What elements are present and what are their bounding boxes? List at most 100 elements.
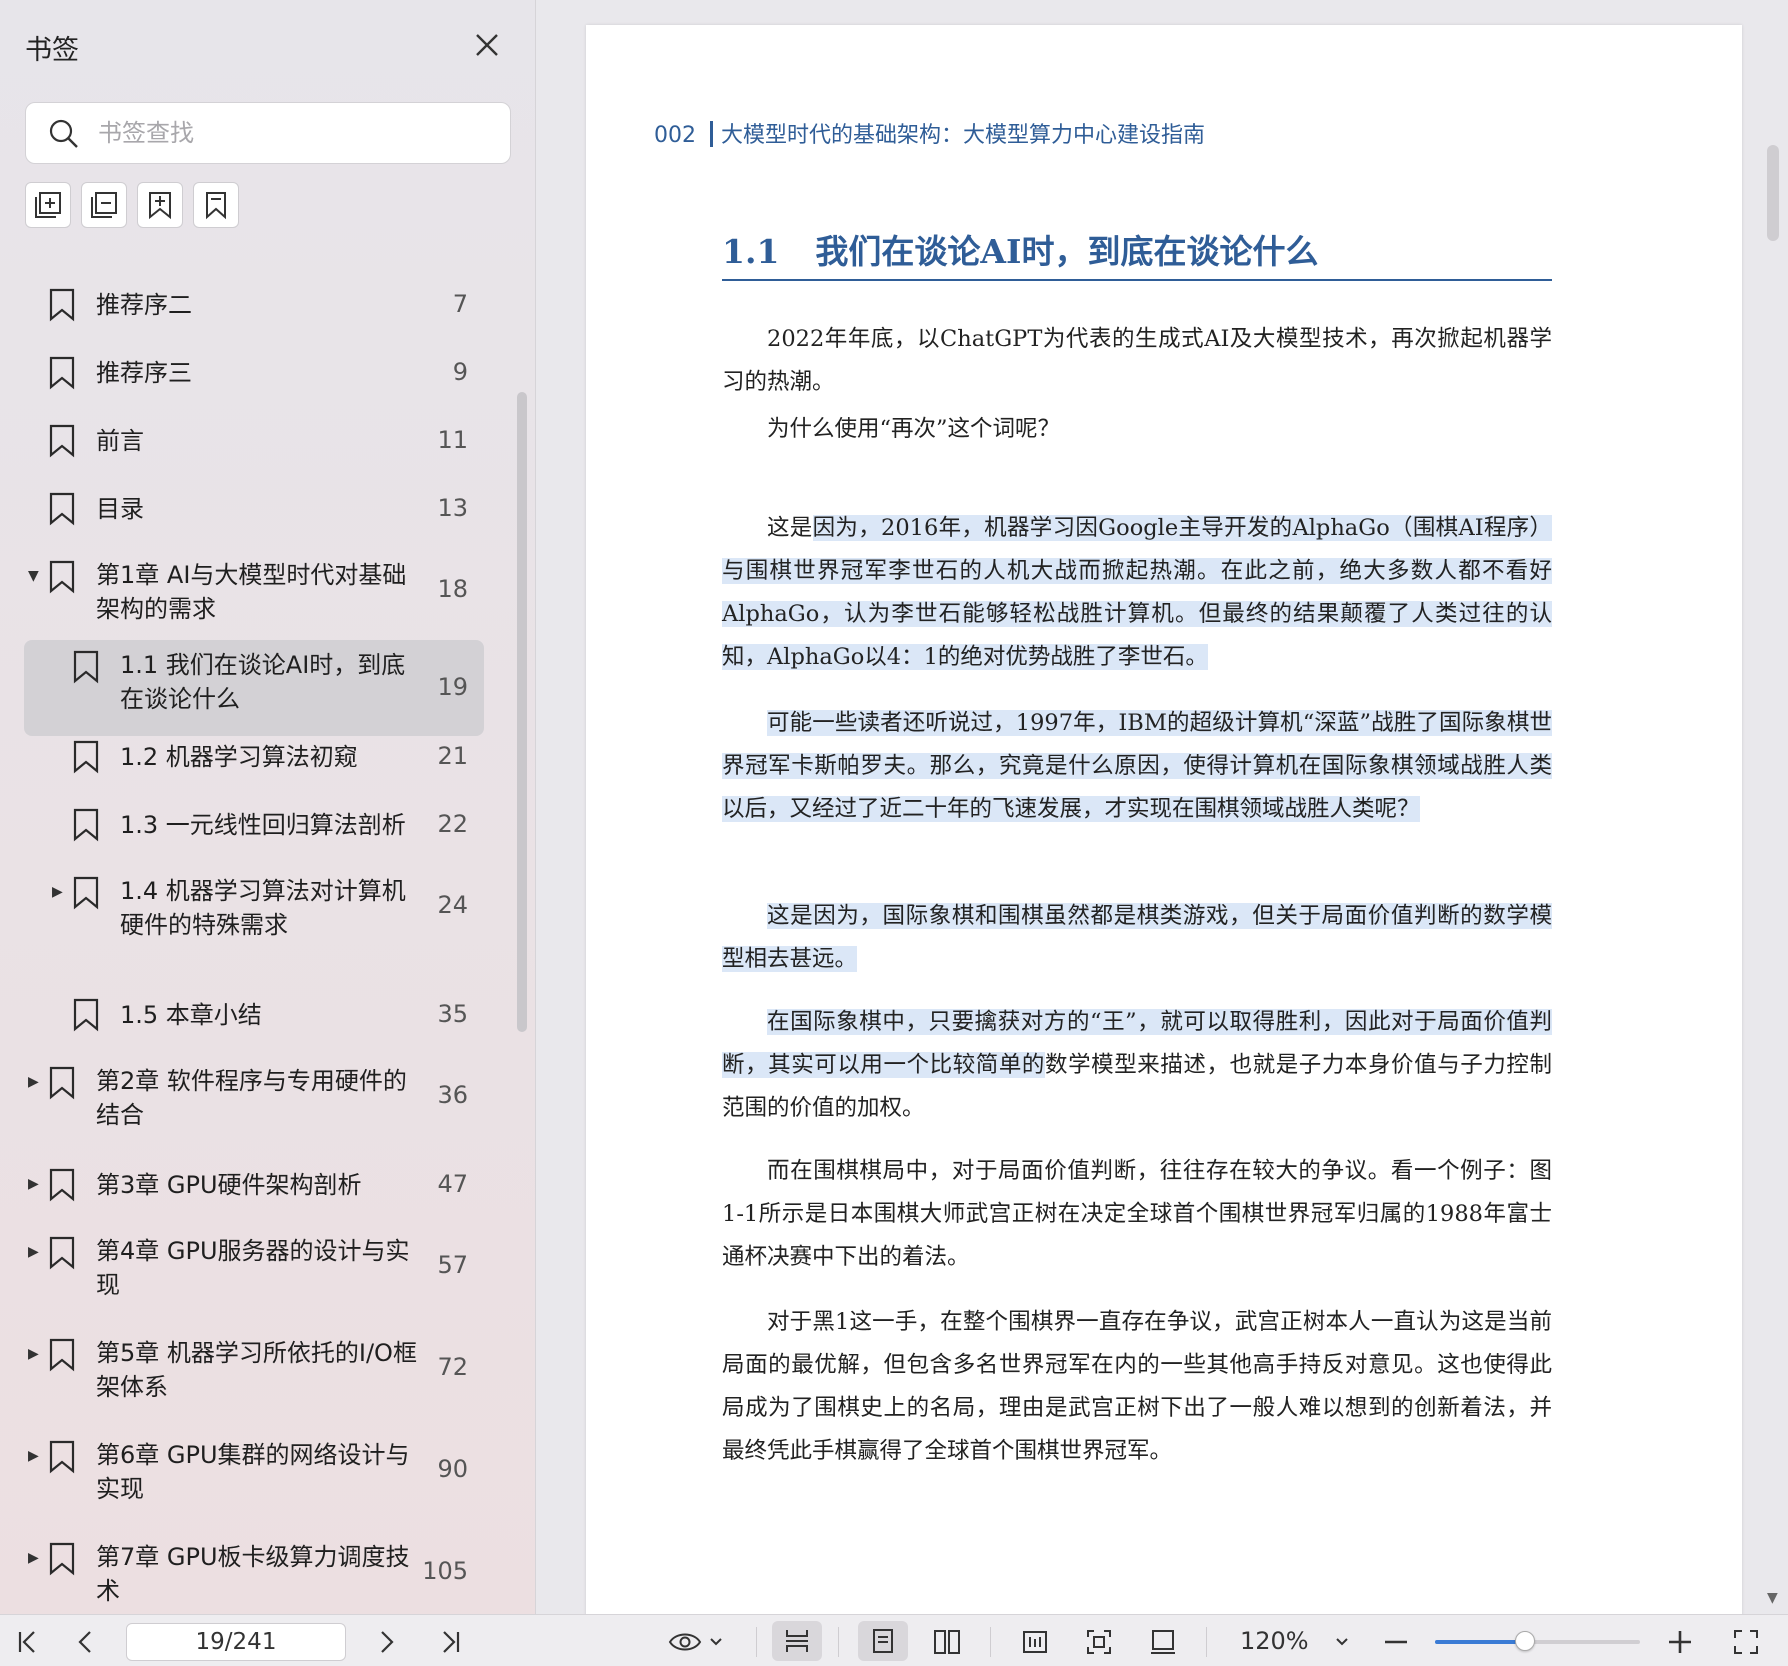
- last-page-button[interactable]: [430, 1625, 470, 1659]
- bookmark-icon: [72, 998, 100, 1036]
- bookmark-item[interactable]: ▶ 第6章 GPU集群的网络设计与实现 90: [24, 1430, 484, 1510]
- last-page-icon: [443, 1631, 460, 1653]
- fit-page-icon: [1087, 1630, 1111, 1654]
- bookmark-label: 1.3 一元线性回归算法剖析: [120, 811, 406, 839]
- collapsed-arrow-icon[interactable]: ▶: [28, 1346, 42, 1362]
- bookmark-item[interactable]: ▶ 第2章 软件程序与专用硬件的结合 36: [24, 1056, 484, 1136]
- bookmark-item[interactable]: ▶ 第7章 GPU板卡级算力调度技术 105: [24, 1532, 484, 1612]
- bookmark-icon: [206, 192, 226, 220]
- eye-icon: [668, 1633, 702, 1651]
- bookmark-item[interactable]: ▼ 第1章 AI与大模型时代对基础架构的需求 18: [24, 550, 484, 630]
- collapsed-arrow-icon[interactable]: ▶: [28, 1550, 42, 1566]
- two-page-icon: [934, 1630, 960, 1654]
- collapse-all-icon: [91, 192, 117, 218]
- add-bookmark-button[interactable]: [137, 182, 183, 228]
- fit-page-button[interactable]: [1074, 1625, 1124, 1659]
- first-page-button[interactable]: [8, 1625, 48, 1659]
- document-paragraph: 这是因为，国际象棋和围棋虽然都是棋类游戏，但关于局面价值判断的数学模型相去甚远。: [722, 895, 1552, 981]
- bookmark-item[interactable]: ▶ 第5章 机器学习所依托的I/O框架体系 72: [24, 1328, 484, 1408]
- bookmark-icon: [48, 1440, 76, 1478]
- actual-size-button[interactable]: [1138, 1625, 1188, 1659]
- bookmark-search-box[interactable]: [25, 102, 511, 164]
- bookmark-icon: [48, 1236, 76, 1274]
- collapse-all-button[interactable]: [81, 182, 127, 228]
- fit-width-button[interactable]: [1010, 1625, 1060, 1659]
- paragraph-text: 而在围棋棋局中，对于局面价值判断，往往存在较大的争议。看一个例子：图1-1所示是…: [722, 1158, 1552, 1270]
- document-paragraph: 2022年年底，以ChatGPT为代表的生成式AI及大模型技术，再次掀起机器学习…: [722, 318, 1552, 404]
- continuous-scroll-icon: [786, 1630, 808, 1652]
- chevron-down-icon: [1336, 1638, 1348, 1646]
- bookmark-item[interactable]: 前言 11: [24, 414, 484, 468]
- bookmark-item[interactable]: ▶ 1.4 机器学习算法对计算机硬件的特殊需求 24: [24, 866, 484, 946]
- expanded-arrow-icon[interactable]: ▼: [28, 568, 42, 584]
- bookmark-page-number: 57: [437, 1251, 468, 1279]
- bookmark-icon: [48, 560, 76, 598]
- bottom-toolbar: 120%: [0, 1614, 1788, 1666]
- sidebar-scrollbar[interactable]: [517, 392, 527, 1032]
- paragraph-text: 这是: [767, 515, 813, 541]
- fit-width-icon: [1023, 1631, 1047, 1653]
- continuous-scroll-button[interactable]: [772, 1621, 822, 1661]
- zoom-slider-fill: [1435, 1640, 1526, 1644]
- bookmark-page-number: 13: [437, 494, 468, 522]
- bookmark-item[interactable]: 1.5 本章小结 35: [24, 988, 484, 1042]
- actual-size-icon: [1151, 1630, 1175, 1654]
- chevron-down-icon: [710, 1638, 722, 1646]
- view-mode-dropdown[interactable]: [664, 1625, 728, 1659]
- running-head: 002 大模型时代的基础架构：大模型算力中心建设指南: [654, 117, 1205, 149]
- close-icon: [476, 34, 498, 56]
- collapsed-arrow-icon[interactable]: ▶: [28, 1244, 42, 1260]
- bookmark-icon: [72, 740, 100, 778]
- paragraph-text: 对于黑1这一手，在整个围棋界一直存在争议，武宫正树本人一直认为这是当前局面的最优…: [722, 1309, 1552, 1464]
- paragraph-text: 为什么使用“再次”这个词呢？: [767, 416, 1061, 442]
- bookmark-sidebar: 书签 书签查找 推荐序二 7 推荐序三 9 前言 11 目录 13 ▼ 第1章 …: [0, 0, 536, 1614]
- zoom-slider[interactable]: [1435, 1631, 1640, 1651]
- single-page-button[interactable]: [858, 1621, 908, 1661]
- bookmark-page-number: 7: [452, 290, 468, 318]
- document-paragraph: 在国际象棋中，只要擒获对方的“王”，就可以取得胜利，因此对于局面价值判断，其实可…: [722, 1001, 1552, 1130]
- bookmark-label: 第7章 GPU板卡级算力调度技术: [96, 1543, 410, 1605]
- next-page-button[interactable]: [366, 1625, 406, 1659]
- close-sidebar-button[interactable]: [470, 28, 504, 62]
- bookmark-icon: [48, 424, 76, 462]
- two-page-button[interactable]: [922, 1625, 972, 1659]
- bookmark-item[interactable]: 1.2 机器学习算法初窥 21: [24, 730, 484, 784]
- bookmark-icon: [48, 492, 76, 530]
- collapsed-arrow-icon[interactable]: ▶: [28, 1448, 42, 1464]
- single-page-icon: [873, 1629, 893, 1653]
- expand-all-button[interactable]: [25, 182, 71, 228]
- bookmark-label: 第3章 GPU硬件架构剖析: [96, 1171, 362, 1199]
- bookmark-item[interactable]: 目录 13: [24, 482, 484, 536]
- zoom-dropdown-button[interactable]: [1330, 1625, 1354, 1659]
- collapsed-arrow-icon[interactable]: ▶: [28, 1074, 42, 1090]
- bookmark-item[interactable]: ▶ 第3章 GPU硬件架构剖析 47: [24, 1158, 484, 1212]
- bookmark-icon: [48, 1168, 76, 1206]
- bookmark-item[interactable]: 推荐序三 9: [24, 346, 484, 400]
- page-number-input[interactable]: [126, 1623, 346, 1661]
- document-paragraph: 可能一些读者还听说过，1997年，IBM的超级计算机“深蓝”战胜了国际象棋世界冠…: [722, 702, 1552, 831]
- bookmark-item[interactable]: ▶ 第4章 GPU服务器的设计与实现 57: [24, 1226, 484, 1306]
- bookmark-label: 推荐序二: [96, 291, 192, 319]
- previous-page-button[interactable]: [66, 1625, 106, 1659]
- document-paragraph: 对于黑1这一手，在整个围棋界一直存在争议，武宫正树本人一直认为这是当前局面的最优…: [722, 1301, 1552, 1473]
- zoom-in-button[interactable]: [1662, 1625, 1698, 1659]
- fullscreen-button[interactable]: [1728, 1625, 1764, 1659]
- zoom-level[interactable]: 120%: [1240, 1627, 1309, 1655]
- bookmark-search-input[interactable]: [98, 111, 498, 155]
- bookmark-label: 推荐序三: [96, 359, 192, 387]
- first-page-icon: [18, 1631, 35, 1653]
- bookmark-item[interactable]: 1.1 我们在谈论AI时，到底在谈论什么 19: [24, 640, 484, 736]
- bookmark-page-number: 18: [437, 575, 468, 603]
- bookmark-item[interactable]: 推荐序二 7: [24, 278, 484, 332]
- zoom-slider-knob[interactable]: [1515, 1631, 1536, 1651]
- collapsed-arrow-icon[interactable]: ▶: [52, 884, 66, 900]
- collapsed-arrow-icon[interactable]: ▶: [28, 1176, 42, 1192]
- zoom-out-button[interactable]: [1378, 1625, 1414, 1659]
- minus-icon: [1385, 1640, 1407, 1644]
- section-title: 1.1 我们在谈论AI时，到底在谈论什么: [722, 225, 1552, 281]
- bookmark-label: 第5章 机器学习所依托的I/O框架体系: [96, 1339, 417, 1401]
- document-scrollbar[interactable]: [1767, 145, 1779, 241]
- bookmark-button[interactable]: [193, 182, 239, 228]
- bookmark-item[interactable]: 1.3 一元线性回归算法剖析 22: [24, 798, 484, 852]
- scroll-down-arrow[interactable]: ▼: [1767, 1590, 1778, 1606]
